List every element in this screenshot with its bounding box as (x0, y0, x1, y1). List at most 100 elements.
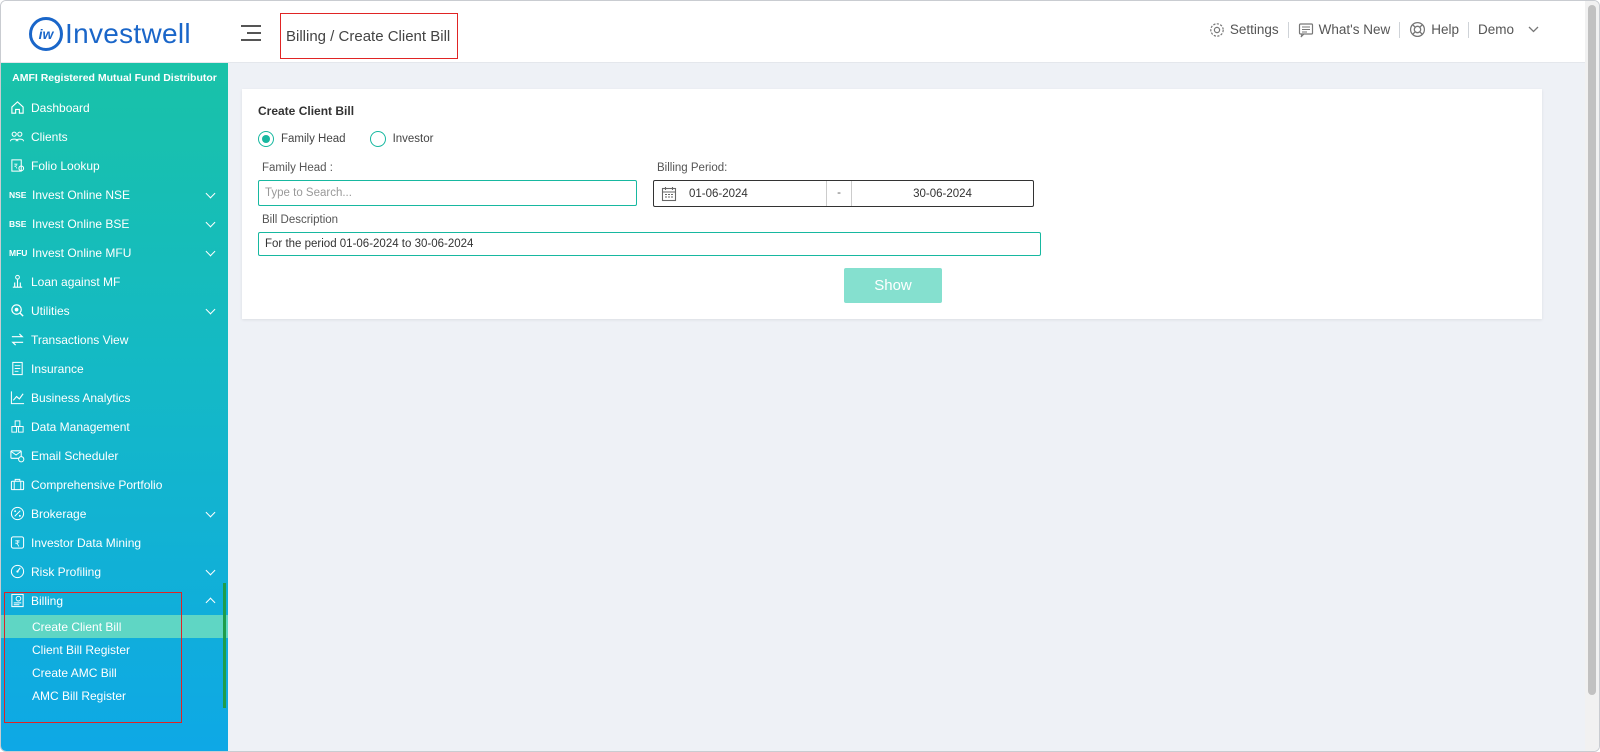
sidebar-subitem-amc-bill-register[interactable]: AMC Bill Register (1, 684, 228, 707)
sidebar-item-label: Business Analytics (31, 390, 131, 405)
sidebar-item-comprehensive-portfolio[interactable]: Comprehensive Portfolio (1, 470, 228, 499)
utilities-icon (9, 303, 25, 319)
chevron-up-icon (205, 597, 216, 608)
billing-icon (9, 593, 25, 609)
breadcrumb: Billing / Create Client Bill (280, 13, 458, 59)
date-from-input[interactable]: 01-06-2024 (686, 188, 826, 200)
sidebar-item-label: Transactions View (31, 332, 129, 347)
gear-icon (1210, 22, 1224, 37)
sidebar-subitem-create-client-bill[interactable]: Create Client Bill (1, 615, 228, 638)
chevron-down-icon (205, 304, 216, 315)
rupee-icon: ₹ (9, 535, 25, 551)
app-window: iw Investwell Billing / Create Client Bi… (0, 0, 1600, 752)
sidebar-item-label: Clients (31, 129, 68, 144)
briefcase-icon (9, 477, 25, 493)
risk-icon (9, 564, 25, 580)
sidebar-item-label: Utilities (31, 303, 70, 318)
sidebar-item-label: Billing (31, 593, 64, 608)
chevron-down-icon (205, 507, 216, 518)
sidebar-item-folio-lookup[interactable]: ₹ Folio Lookup (1, 151, 228, 180)
chevron-down-icon (205, 565, 216, 576)
top-bar: iw Investwell Billing / Create Client Bi… (1, 1, 1587, 63)
user-label: Demo (1477, 22, 1514, 37)
radio-label: Family Head (281, 133, 346, 145)
family-head-search-input[interactable] (258, 180, 637, 206)
chevron-down-icon (205, 188, 216, 199)
main-content: Create Client Bill Family Head Investor … (228, 63, 1587, 751)
sidebar-item-dashboard[interactable]: Dashboard (1, 93, 228, 122)
user-menu[interactable]: Demo (1469, 22, 1553, 37)
data-icon (9, 419, 25, 435)
amfi-label: AMFI Registered Mutual Fund Distributor (12, 72, 217, 84)
billing-period-label: Billing Period: (657, 162, 728, 174)
email-icon (9, 448, 25, 464)
sidebar-item-label: Folio Lookup (31, 158, 100, 173)
mfu-icon: MFU (9, 247, 28, 258)
scrollbar[interactable] (1585, 1, 1599, 751)
sidebar-item-label: Dashboard (31, 100, 90, 115)
folio-icon: ₹ (9, 158, 25, 174)
sidebar-item-utilities[interactable]: Utilities (1, 296, 228, 325)
sidebar-item-invest-online-bse[interactable]: BSE Invest Online BSE (1, 209, 228, 238)
chevron-down-icon (1528, 26, 1539, 33)
scrollbar-thumb[interactable] (1588, 5, 1596, 695)
sidebar-item-label: Email Scheduler (31, 448, 119, 463)
date-to-input[interactable]: 30-06-2024 (852, 188, 1033, 200)
sidebar-subitem-create-amc-bill[interactable]: Create AMC Bill (1, 661, 228, 684)
sidebar-item-brokerage[interactable]: Brokerage (1, 499, 228, 528)
date-separator: - (826, 181, 852, 206)
sidebar-item-investor-data-mining[interactable]: ₹ Investor Data Mining (1, 528, 228, 557)
sidebar-item-billing[interactable]: Billing (1, 586, 228, 615)
radio-checked-icon (258, 131, 274, 147)
help-button[interactable]: Help (1400, 21, 1468, 38)
sidebar-item-invest-online-nse[interactable]: NSE Invest Online NSE (1, 180, 228, 209)
radio-unchecked-icon (369, 131, 386, 147)
sidebar-item-business-analytics[interactable]: Business Analytics (1, 383, 228, 412)
sidebar-item-label: Invest Online MFU (32, 245, 132, 260)
settings-button[interactable]: Settings (1200, 22, 1288, 38)
radio-investor[interactable]: Investor (369, 131, 433, 147)
percent-icon (9, 506, 25, 522)
bill-description-label: Bill Description (262, 214, 339, 226)
help-label: Help (1431, 22, 1459, 37)
create-client-bill-card: Create Client Bill Family Head Investor … (242, 89, 1542, 319)
nse-icon: NSE (9, 189, 27, 200)
sidebar-item-loan-against-mf[interactable]: Loan against MF (1, 267, 228, 296)
bill-description-input[interactable] (258, 232, 1041, 256)
page-title: Create Client Bill (258, 104, 355, 118)
transfer-icon (9, 332, 25, 348)
svg-text:₹: ₹ (13, 162, 17, 170)
sidebar-item-label: Brokerage (31, 506, 87, 521)
logo-mark-icon: iw (29, 17, 63, 51)
sidebar-subitem-client-bill-register[interactable]: Client Bill Register (1, 638, 228, 661)
sidebar-item-risk-profiling[interactable]: Risk Profiling (1, 557, 228, 586)
svg-text:₹: ₹ (14, 538, 19, 548)
sidebar-item-label: Comprehensive Portfolio (31, 477, 163, 492)
menu-toggle-icon[interactable] (241, 25, 261, 43)
calendar-icon[interactable] (661, 186, 681, 202)
chevron-down-icon (205, 217, 216, 228)
sidebar-item-email-scheduler[interactable]: Email Scheduler (1, 441, 228, 470)
sidebar-item-insurance[interactable]: Insurance (1, 354, 228, 383)
sidebar-item-clients[interactable]: Clients (1, 122, 228, 151)
whats-new-button[interactable]: What's New (1289, 22, 1400, 38)
logo-text: Investwell (65, 18, 191, 49)
sidebar-item-label: Invest Online BSE (32, 216, 130, 231)
show-button[interactable]: Show (844, 268, 942, 303)
sidebar-item-label: Loan against MF (31, 274, 121, 289)
sidebar-scroll-indicator (223, 583, 226, 708)
sidebar-item-transactions-view[interactable]: Transactions View (1, 325, 228, 354)
bse-icon: BSE (9, 218, 27, 229)
sidebar-item-label: Invest Online NSE (32, 187, 131, 202)
logo[interactable]: iw Investwell (29, 17, 191, 51)
billing-period-range: 01-06-2024 - 30-06-2024 (653, 180, 1034, 207)
bill-type-radio-group: Family Head Investor (258, 131, 457, 147)
top-right-menu: Settings What's New Help Demo (1200, 21, 1553, 38)
sidebar-item-data-management[interactable]: Data Management (1, 412, 228, 441)
news-icon (1298, 22, 1313, 37)
radio-family-head[interactable]: Family Head (258, 131, 346, 147)
sidebar-item-label: Data Management (31, 419, 130, 434)
insurance-icon (9, 361, 25, 377)
analytics-icon (9, 390, 25, 406)
sidebar-item-invest-online-mfu[interactable]: MFU Invest Online MFU (1, 238, 228, 267)
